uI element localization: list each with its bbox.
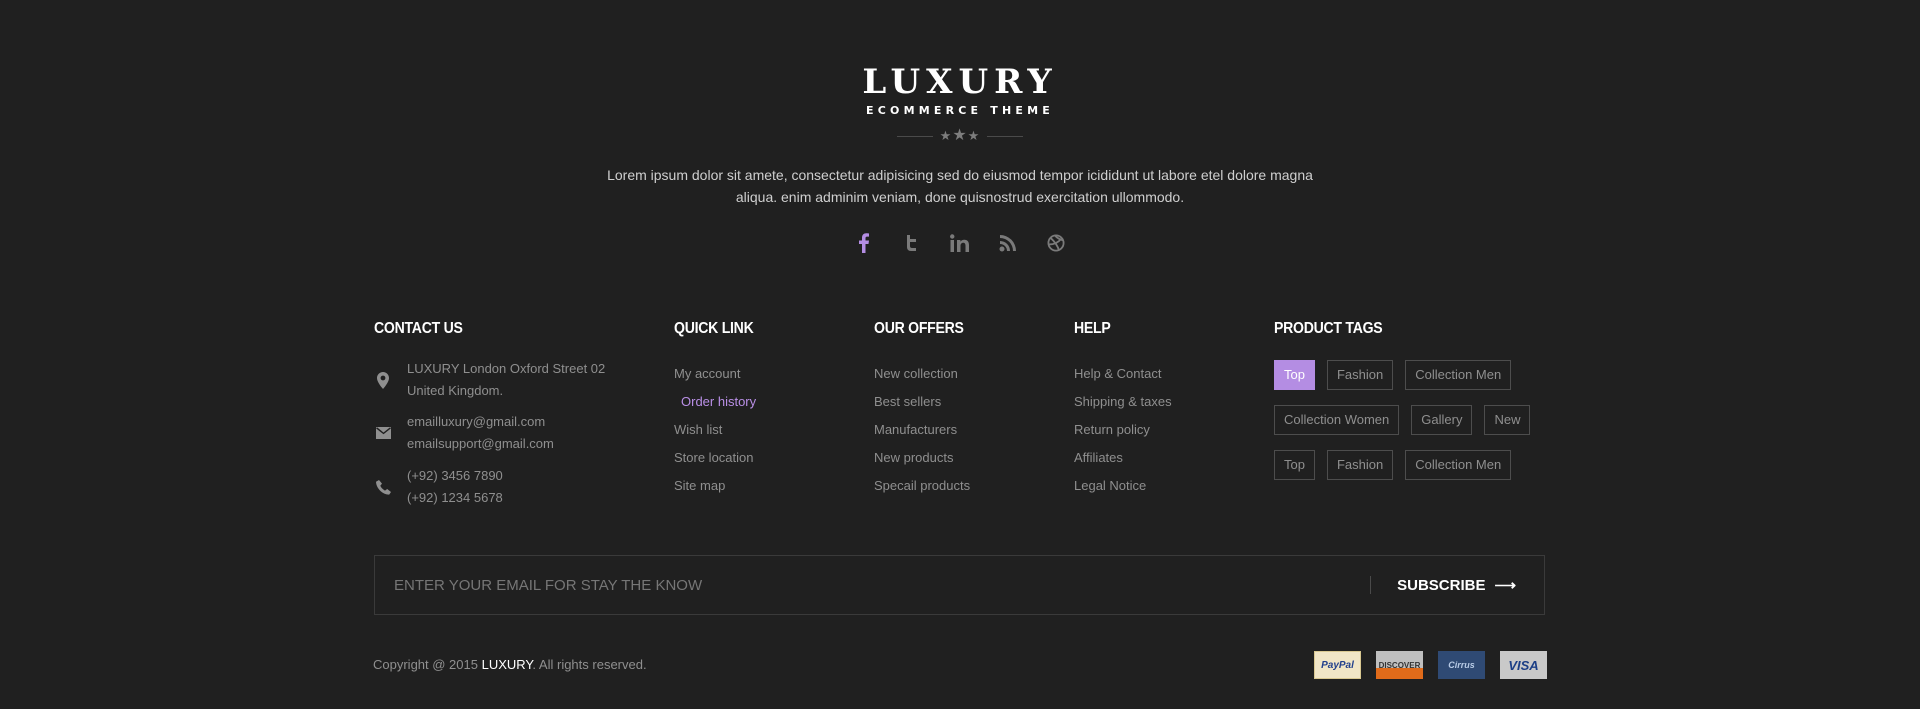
link-return-policy[interactable]: Return policy bbox=[1074, 416, 1244, 444]
contact-email: emailluxury@gmail.com emailsupport@gmail… bbox=[374, 411, 634, 455]
copyright-brand-link[interactable]: LUXURY bbox=[482, 657, 533, 672]
twitter-icon[interactable] bbox=[901, 230, 923, 256]
contact-title: CONTACT US bbox=[374, 320, 463, 337]
tag-collection-women[interactable]: Collection Women bbox=[1274, 405, 1400, 435]
phone-icon bbox=[374, 479, 392, 495]
envelope-icon bbox=[374, 427, 392, 439]
newsletter-email-input[interactable] bbox=[375, 556, 1371, 614]
social-links bbox=[0, 230, 1920, 256]
copyright-suffix: . All rights reserved. bbox=[532, 657, 647, 672]
payment-methods: PayPal DISCOVER Cirrus VISA bbox=[1314, 651, 1547, 679]
link-new-collection[interactable]: New collection bbox=[874, 360, 1044, 388]
link-store-location[interactable]: Store location bbox=[674, 444, 824, 472]
offers-list: New collection Best sellers Manufacturer… bbox=[874, 360, 1044, 500]
copyright: Copyright @ 2015 LUXURY. All rights rese… bbox=[373, 657, 647, 672]
subscribe-button[interactable]: SUBSCRIBE ⟶ bbox=[1371, 556, 1544, 614]
about-text: Lorem ipsum dolor sit amete, consectetur… bbox=[607, 167, 1313, 205]
linkedin-icon[interactable] bbox=[949, 230, 971, 256]
link-new-products[interactable]: New products bbox=[874, 444, 1044, 472]
divider-line-left bbox=[896, 135, 933, 137]
tags-title: PRODUCT TAGS bbox=[1274, 320, 1383, 337]
paypal-icon: PayPal bbox=[1314, 651, 1361, 679]
tag-row: Top Fashion Collection Men bbox=[1274, 360, 1564, 390]
arrow-right-icon: ⟶ bbox=[1494, 577, 1516, 594]
subscribe-label: SUBSCRIBE bbox=[1397, 576, 1486, 594]
contact-phone: (+92) 3456 7890 (+92) 1234 5678 bbox=[374, 465, 634, 509]
link-legal-notice[interactable]: Legal Notice bbox=[1074, 472, 1244, 500]
link-wish-list[interactable]: Wish list bbox=[674, 416, 824, 444]
help-column: HELP Help & Contact Shipping & taxes Ret… bbox=[1074, 318, 1244, 500]
tag-gallery[interactable]: Gallery bbox=[1411, 405, 1473, 435]
tag-fashion[interactable]: Fashion bbox=[1326, 360, 1394, 390]
help-list: Help & Contact Shipping & taxes Return p… bbox=[1074, 360, 1244, 500]
link-order-history[interactable]: Order history bbox=[674, 388, 824, 416]
help-title: HELP bbox=[1074, 320, 1111, 337]
rss-icon[interactable] bbox=[997, 230, 1019, 256]
link-specail-products[interactable]: Specail products bbox=[874, 472, 1044, 500]
visa-icon: VISA bbox=[1500, 651, 1547, 679]
link-site-map[interactable]: Site map bbox=[674, 472, 824, 500]
tag-new[interactable]: New bbox=[1484, 405, 1531, 435]
contact-column: CONTACT US LUXURY London Oxford Street 0… bbox=[374, 318, 634, 509]
email-2[interactable]: emailsupport@gmail.com bbox=[407, 433, 554, 455]
link-help-contact[interactable]: Help & Contact bbox=[1074, 360, 1244, 388]
stars-divider: ★★★ bbox=[0, 128, 1920, 144]
address-line-2: United Kingdom. bbox=[407, 383, 504, 398]
facebook-icon[interactable] bbox=[853, 230, 875, 256]
dribbble-icon[interactable] bbox=[1045, 230, 1067, 256]
quick-link-title: QUICK LINK bbox=[674, 320, 754, 337]
logo-subtitle: ECOMMERCE THEME bbox=[866, 104, 1054, 117]
link-shipping-taxes[interactable]: Shipping & taxes bbox=[1074, 388, 1244, 416]
link-best-sellers[interactable]: Best sellers bbox=[874, 388, 1044, 416]
offers-title: OUR OFFERS bbox=[874, 320, 964, 337]
tag-top[interactable]: Top bbox=[1274, 360, 1315, 390]
phone-2[interactable]: (+92) 1234 5678 bbox=[407, 487, 503, 509]
link-manufacturers[interactable]: Manufacturers bbox=[874, 416, 1044, 444]
divider-line-right bbox=[987, 135, 1024, 137]
stars-icon: ★★★ bbox=[939, 127, 981, 144]
tag-cloud: Top Fashion Collection Men Collection Wo… bbox=[1274, 360, 1564, 480]
tag-collection-men[interactable]: Collection Men bbox=[1405, 360, 1512, 390]
tag-collection-men[interactable]: Collection Men bbox=[1405, 450, 1512, 480]
discover-icon: DISCOVER bbox=[1376, 651, 1423, 679]
tag-top[interactable]: Top bbox=[1274, 450, 1315, 480]
address-line-1: LUXURY London Oxford Street 02 bbox=[407, 361, 606, 376]
quick-link-list: My account Order history Wish list Store… bbox=[674, 360, 824, 500]
offers-column: OUR OFFERS New collection Best sellers M… bbox=[874, 318, 1044, 500]
tag-row: Top Fashion Collection Men bbox=[1274, 450, 1564, 480]
link-my-account[interactable]: My account bbox=[674, 360, 824, 388]
phone-1[interactable]: (+92) 3456 7890 bbox=[407, 465, 503, 487]
cirrus-icon: Cirrus bbox=[1438, 651, 1485, 679]
quick-link-column: QUICK LINK My account Order history Wish… bbox=[674, 318, 824, 500]
email-1[interactable]: emailluxury@gmail.com bbox=[407, 411, 554, 433]
map-pin-icon bbox=[374, 371, 392, 389]
tag-fashion[interactable]: Fashion bbox=[1326, 450, 1394, 480]
tag-row: Collection Women Gallery New bbox=[1274, 405, 1564, 435]
contact-address: LUXURY London Oxford Street 02 United Ki… bbox=[374, 358, 634, 402]
logo-title[interactable]: LUXURY bbox=[0, 62, 1920, 102]
link-affiliates[interactable]: Affiliates bbox=[1074, 444, 1244, 472]
tags-column: PRODUCT TAGS Top Fashion Collection Men … bbox=[1274, 318, 1564, 495]
copyright-prefix: Copyright @ 2015 bbox=[373, 657, 482, 672]
footer-brand: LUXURY ECOMMERCE THEME ★★★ bbox=[0, 62, 1920, 144]
newsletter-form: SUBSCRIBE ⟶ bbox=[374, 555, 1545, 615]
